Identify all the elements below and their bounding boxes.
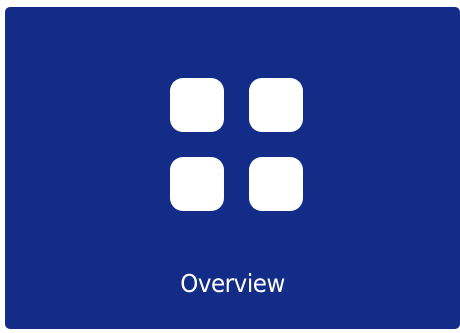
grid-cell-top-left bbox=[170, 78, 224, 132]
overview-tile[interactable]: Overview bbox=[5, 7, 460, 329]
grid-cell-bottom-left bbox=[170, 157, 224, 211]
grid-cell-bottom-right bbox=[249, 157, 303, 211]
grid-icon bbox=[170, 78, 303, 211]
grid-cell-top-right bbox=[249, 78, 303, 132]
tile-label: Overview bbox=[180, 269, 285, 298]
